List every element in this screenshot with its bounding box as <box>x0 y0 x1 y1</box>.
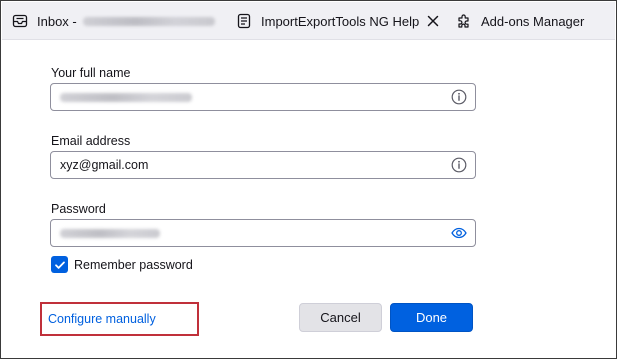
redacted-full-name <box>60 92 192 102</box>
document-icon <box>237 13 251 29</box>
configure-manually-highlight: Configure manually <box>40 302 199 336</box>
info-icon[interactable] <box>451 89 467 105</box>
password-label: Password <box>51 202 106 216</box>
full-name-label: Your full name <box>51 66 131 80</box>
done-button[interactable]: Done <box>390 303 473 332</box>
configure-manually-link[interactable]: Configure manually <box>48 312 156 326</box>
inbox-tray-icon <box>12 14 28 28</box>
close-icon <box>427 15 439 27</box>
info-icon[interactable] <box>451 157 467 173</box>
cancel-button[interactable]: Cancel <box>299 303 382 332</box>
puzzle-piece-icon <box>458 14 469 28</box>
tab-importexport-help[interactable]: ImportExportTools NG Help <box>236 2 446 40</box>
eye-icon[interactable] <box>451 225 467 241</box>
tab-inbox-label: Inbox - <box>37 13 77 29</box>
full-name-field[interactable] <box>50 83 476 111</box>
tab-inbox[interactable]: Inbox - <box>12 2 224 40</box>
email-label: Email address <box>51 134 131 148</box>
redacted-password <box>60 228 160 238</box>
remember-password-label: Remember password <box>74 257 193 272</box>
email-value: xyz@gmail.com <box>60 158 149 172</box>
password-field[interactable] <box>50 219 476 247</box>
close-tab-button[interactable] <box>425 13 441 29</box>
remember-password-row[interactable]: Remember password <box>51 256 193 273</box>
window-frame: Inbox - ImportExportTools NG Help Add-on… <box>0 0 617 359</box>
tab-addons-label: Add-ons Manager <box>481 13 585 29</box>
redacted-account-name <box>82 16 215 26</box>
tab-help-label: ImportExportTools NG Help <box>261 13 420 29</box>
email-field[interactable]: xyz@gmail.com <box>50 151 476 179</box>
tab-bar: Inbox - ImportExportTools NG Help Add-on… <box>2 2 615 40</box>
checkmark-icon <box>54 261 65 269</box>
tab-addons-manager[interactable]: Add-ons Manager <box>456 2 616 40</box>
remember-password-checkbox[interactable] <box>51 256 68 273</box>
